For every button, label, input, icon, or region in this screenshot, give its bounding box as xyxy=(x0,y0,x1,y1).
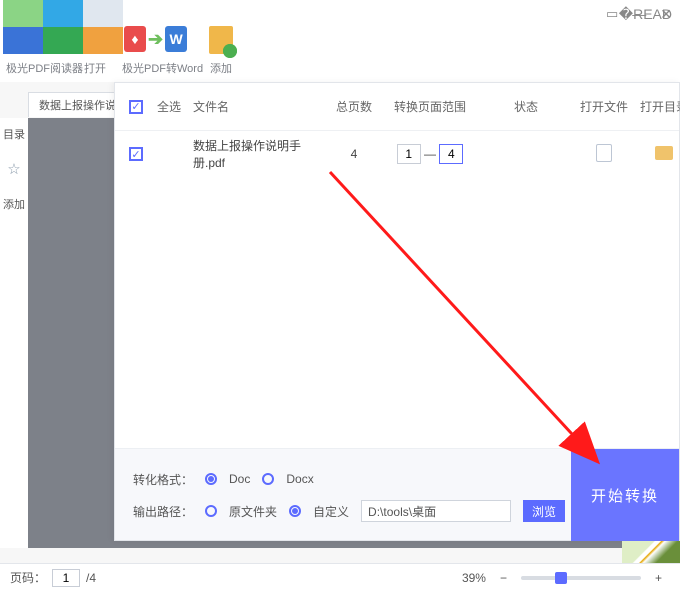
range-sep: — xyxy=(424,147,436,161)
row-range: — xyxy=(387,144,473,164)
feedback-icon[interactable]: ▭ xyxy=(606,6,618,23)
row-filename: 数据上报操作说明手册.pdf xyxy=(193,137,321,171)
range-to-input[interactable] xyxy=(439,144,463,164)
convert-tool-label: 极光PDF转Word xyxy=(122,60,203,76)
row-total-pages: 4 xyxy=(331,147,377,161)
convert-panel: 全选 文件名 总页数 转换页面范围 状态 打开文件 打开目录 删除 数据上报操作… xyxy=(114,82,680,541)
zoom-slider[interactable] xyxy=(521,576,641,580)
page-number-input[interactable] xyxy=(52,569,80,587)
format-docx-label[interactable]: Docx xyxy=(286,472,313,486)
thumbnail-image xyxy=(622,541,680,563)
format-label: 转化格式： xyxy=(133,471,193,488)
output-src-radio[interactable] xyxy=(205,505,217,517)
add-file-button[interactable]: + 添加 xyxy=(203,26,239,76)
window-controls: ▭ — ✕ xyxy=(606,6,672,23)
open-file-icon[interactable] xyxy=(596,144,612,162)
header-open-dir: 打开目录 xyxy=(639,98,680,115)
header-status: 状态 xyxy=(483,98,569,115)
format-doc-label[interactable]: Doc xyxy=(229,472,250,486)
open-folder-icon[interactable] xyxy=(655,146,673,160)
output-path-input[interactable] xyxy=(361,500,511,522)
row-checkbox[interactable] xyxy=(129,147,143,161)
pdf-icon: ♦ xyxy=(124,26,146,52)
zoom-in-button[interactable]: + xyxy=(647,571,670,585)
start-convert-button[interactable]: 开始转换 xyxy=(571,449,679,541)
close-icon[interactable]: ✕ xyxy=(660,6,672,23)
page-label: 页码： xyxy=(10,569,46,586)
header-select-all[interactable]: 全选 xyxy=(157,98,183,115)
minimize-icon[interactable]: — xyxy=(632,6,646,23)
panel-footer: 转化格式： Doc Docx 输出路径： 原文件夹 自定义 浏览 开始转换 xyxy=(115,448,679,540)
output-src-label[interactable]: 原文件夹 xyxy=(229,503,277,520)
pdf-to-word-tool[interactable]: ♦ ➔ W xyxy=(124,26,187,52)
output-custom-radio[interactable] xyxy=(289,505,301,517)
table-row: 数据上报操作说明手册.pdf 4 — ✕ xyxy=(115,131,679,177)
add-file-label: 添加 xyxy=(203,60,239,76)
viewer-toolbar: 极光PDF阅读器 打开 ♦ ➔ W 极光PDF转Word + 添加 �READ xyxy=(0,0,680,82)
output-label: 输出路径： xyxy=(133,503,193,520)
page-total: /4 xyxy=(86,571,96,585)
table-header: 全选 文件名 总页数 转换页面范围 状态 打开文件 打开目录 删除 xyxy=(115,83,679,131)
select-all-checkbox[interactable] xyxy=(129,100,143,114)
arrow-right-icon: ➔ xyxy=(148,29,163,50)
status-bar: 页码： /4 39% − + xyxy=(0,563,680,591)
app-logo-tiles xyxy=(3,0,123,54)
format-doc-radio[interactable] xyxy=(205,473,217,485)
header-total-pages: 总页数 xyxy=(331,98,377,115)
sidebar-add[interactable]: 添加 xyxy=(3,196,25,212)
header-page-range: 转换页面范围 xyxy=(387,98,473,115)
open-label[interactable]: 打开 xyxy=(84,60,106,76)
sidebar-star-icon[interactable]: ☆ xyxy=(7,160,20,178)
zoom-out-button[interactable]: − xyxy=(492,571,515,585)
browse-button[interactable]: 浏览 xyxy=(523,500,565,522)
zoom-value: 39% xyxy=(462,571,486,585)
header-filename: 文件名 xyxy=(193,98,321,115)
word-icon: W xyxy=(165,26,187,52)
range-from-input[interactable] xyxy=(397,144,421,164)
sidebar-toc[interactable]: 目录 xyxy=(3,126,25,142)
header-open-file: 打开文件 xyxy=(579,98,629,115)
viewer-name-label: 极光PDF阅读器 xyxy=(6,60,83,76)
viewer-sidebar: 目录 ☆ 添加 xyxy=(0,118,28,548)
output-custom-label[interactable]: 自定义 xyxy=(313,503,349,520)
format-docx-radio[interactable] xyxy=(262,473,274,485)
add-file-icon: + xyxy=(209,26,233,54)
